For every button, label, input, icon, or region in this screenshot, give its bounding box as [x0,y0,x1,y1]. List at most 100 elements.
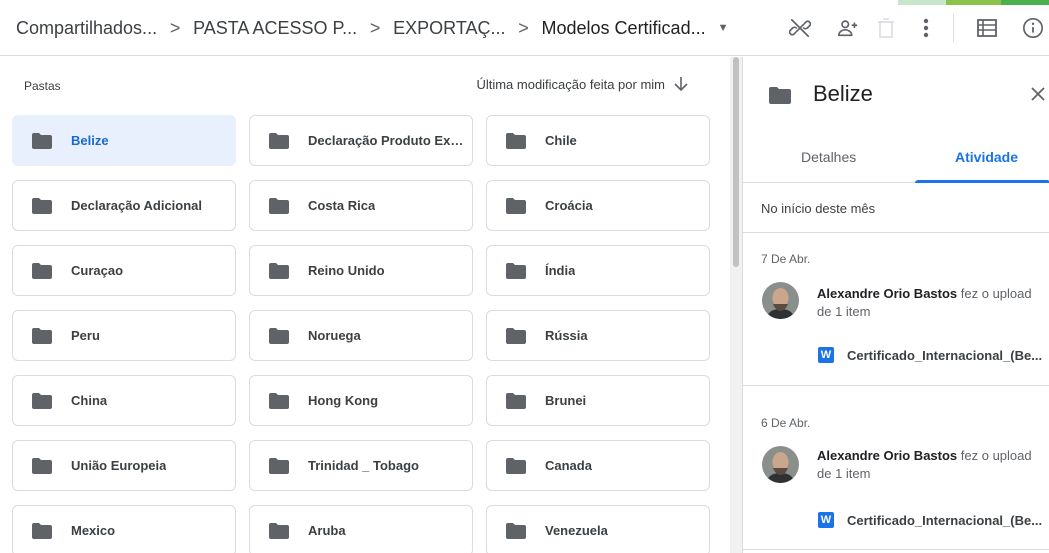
activity-user[interactable]: Alexandre Orio Bastos [817,448,957,463]
folder-name: Índia [545,263,576,278]
folder-card[interactable]: Croácia [486,180,710,231]
folder-icon [32,392,52,409]
panel-title: Belize [813,81,873,106]
folder-card[interactable]: Peru [12,310,236,361]
activity-text: Alexandre Orio Bastos fez o upload de 1 … [817,447,1041,483]
folder-card[interactable]: Costa Rica [249,180,473,231]
folder-icon [506,327,526,344]
folder-card[interactable]: Mexico [12,505,236,553]
folder-icon [269,262,289,279]
tab-detalhes[interactable]: Detalhes [801,149,856,165]
folder-icon [32,132,52,149]
top-bar: Compartilhados... > PASTA ACESSO P... > … [0,0,1049,56]
add-person-icon[interactable] [836,16,860,40]
folder-icon [269,197,289,214]
folder-icon [32,262,52,279]
folder-icon [506,392,526,409]
activity-file[interactable]: W Certificado_Internacional_(Be... [818,347,1042,363]
brand-color-strip [898,0,1049,5]
link-icon[interactable] [788,16,812,40]
breadcrumb-item[interactable]: Compartilhados... [12,18,161,39]
folder-icon [506,457,526,474]
breadcrumb-separator: > [518,17,529,38]
folder-name: Noruega [308,328,361,343]
folder-card[interactable]: Hong Kong [249,375,473,426]
breadcrumb-separator: > [169,17,181,38]
folder-card[interactable]: Curaçao [12,245,236,296]
folder-icon [32,522,52,539]
active-tab-indicator [915,180,1049,183]
folder-card[interactable]: China [12,375,236,426]
folder-icon [32,327,52,344]
folder-name: União Europeia [71,458,167,473]
avatar[interactable] [762,282,799,319]
folder-card[interactable]: Reino Unido [249,245,473,296]
divider [743,549,1049,550]
folder-name: Canada [545,458,592,473]
folder-card[interactable]: Declaração Adicional [12,180,236,231]
chevron-down-icon[interactable]: ▼ [718,22,729,34]
panel-tabs: Detalhes Atividade [743,135,1049,183]
sort-button[interactable]: Última modificação feita por mim [476,77,665,92]
folder-name: Reino Unido [308,263,385,278]
activity-date: 6 De Abr. [761,416,811,430]
avatar[interactable] [762,446,799,483]
folder-icon [506,522,526,539]
folder-name: China [71,393,108,408]
folder-card[interactable]: Trinidad _ Tobago [249,440,473,491]
folder-name: Belize [71,133,109,148]
more-vert-icon[interactable] [914,16,938,40]
folder-name: Brunei [545,393,587,408]
folder-icon [269,522,289,539]
trash-icon[interactable] [874,16,898,40]
folder-name: Declaração Adicional [71,198,203,213]
folder-icon [32,457,52,474]
list-view-icon[interactable] [975,16,999,40]
info-icon[interactable] [1021,16,1045,40]
breadcrumb-current[interactable]: Modelos Certificad... [538,18,710,39]
folder-card[interactable]: Canada [486,440,710,491]
folder-card[interactable]: Rússia [486,310,710,361]
scrollbar-thumb[interactable] [733,57,739,267]
arrow-down-icon[interactable] [671,74,691,94]
folder-card[interactable]: Noruega [249,310,473,361]
breadcrumb-item[interactable]: EXPORTAÇ... [389,18,509,39]
folder-name: Aruba [308,523,346,538]
details-panel: Belize Detalhes Atividade No início dest… [742,57,1049,553]
folder-icon [269,132,289,149]
section-label: Pastas [24,79,61,93]
folder-list-area: Pastas Última modificação feita por mim … [0,57,742,553]
list-header: Pastas Última modificação feita por mim [0,57,728,113]
breadcrumb: Compartilhados... > PASTA ACESSO P... > … [12,14,728,42]
folder-name: Costa Rica [308,198,376,213]
folder-card[interactable]: Aruba [249,505,473,553]
folder-icon [506,262,526,279]
activity-section-heading: No início deste mês [761,201,876,216]
folder-card[interactable]: Chile [486,115,710,166]
folder-name: Rússia [545,328,588,343]
folder-name: Croácia [545,198,593,213]
folder-name: Curaçao [71,263,124,278]
folder-icon [269,457,289,474]
folder-card[interactable]: União Europeia [12,440,236,491]
close-icon[interactable] [1029,85,1047,103]
folder-card[interactable]: Brunei [486,375,710,426]
activity-user[interactable]: Alexandre Orio Bastos [817,286,957,301]
folder-name: Venezuela [545,523,608,538]
folder-name: Peru [71,328,100,343]
folder-icon [32,197,52,214]
folder-icon [506,197,526,214]
folder-icon [506,132,526,149]
folder-card[interactable]: Venezuela [486,505,710,553]
folder-name: Hong Kong [308,393,379,408]
activity-file-name: Certificado_Internacional_(Be... [847,512,1043,528]
tab-atividade[interactable]: Atividade [955,149,1018,165]
folder-card[interactable]: Declaração Produto Exc... [249,115,473,166]
activity-file-name: Certificado_Internacional_(Be... [847,347,1043,363]
folder-card[interactable]: Índia [486,245,710,296]
activity-file[interactable]: W Certificado_Internacional_(Be... [818,512,1042,528]
breadcrumb-item[interactable]: PASTA ACESSO P... [189,18,361,39]
divider [743,385,1049,386]
word-file-icon: W [818,512,834,528]
folder-card[interactable]: Belize [12,115,236,166]
